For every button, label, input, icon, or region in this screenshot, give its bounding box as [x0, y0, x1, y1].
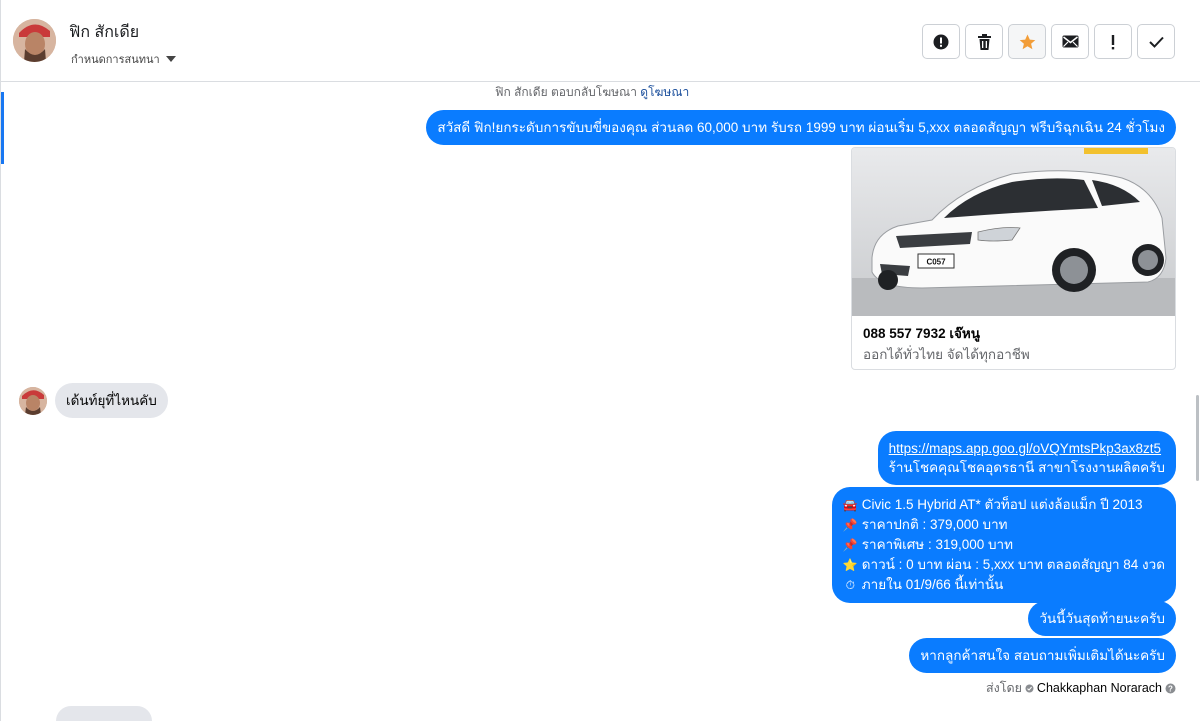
- delete-button[interactable]: [965, 24, 1003, 59]
- follow-up-message: หากลูกค้าสนใจ สอบถามเพิ่มเติมได้นะครับ: [909, 638, 1176, 673]
- incoming-message: เด้นท์ยุที่ไหนคับ: [55, 383, 168, 418]
- selection-indicator: [1, 92, 4, 164]
- caret-down-icon: [165, 56, 176, 62]
- sent-by-label: ส่งโดย: [986, 681, 1022, 695]
- view-ad-link[interactable]: ดูโฆษณา: [640, 85, 689, 99]
- conversation-status-dropdown[interactable]: กำหนดการสนทนา: [71, 50, 176, 68]
- conversation-status-label: กำหนดการสนทนา: [71, 54, 160, 66]
- pushpin-icon: 📌: [842, 538, 858, 552]
- star-icon: ⭐: [842, 558, 858, 572]
- ad-card-subtitle: ออกได้ทั่วไทย จัดได้ทุกอาชีพ: [863, 347, 1030, 362]
- location-text: ร้านโชคคุณโชคอุดรธานี สาขาโรงงานผลิตครับ: [888, 460, 1165, 475]
- detail-line: 📌 ราคาพิเศษ : 319,000 บาท: [843, 535, 1165, 555]
- ad-greeting-message: สวัสดี ฟิก!ยกระดับการขับบขี่ของคุณ ส่วนล…: [426, 110, 1176, 145]
- sender-name[interactable]: Chakkaphan Norarach: [1037, 681, 1162, 695]
- contact-avatar[interactable]: [13, 19, 56, 62]
- sent-by-line: ส่งโดย Chakkaphan Norarach ?: [986, 678, 1176, 698]
- detail-line: ⭐ ดาวน์ : 0 บาท ผ่อน : 5,xxx บาท ตลอดสัญญ…: [843, 555, 1165, 575]
- mark-important-button[interactable]: [1094, 24, 1132, 59]
- pushpin-icon: 📌: [842, 518, 858, 532]
- car-icon: 🚘: [842, 498, 858, 512]
- conversation-toolbar: [922, 24, 1175, 59]
- ad-reply-context-text: ฟิก สักเดีย ตอบกลับโฆษณา: [495, 85, 637, 99]
- contact-name[interactable]: ฟิก สักเดีย: [69, 20, 139, 45]
- ad-card-title: 088 557 7932 เจ๊หนู: [863, 326, 980, 341]
- star-button[interactable]: [1008, 24, 1046, 59]
- partial-message-bubble: [56, 706, 152, 721]
- location-message: https://maps.app.goo.gl/oVQYmtsPkp3ax8zt…: [877, 431, 1176, 485]
- checkmark-icon: [1148, 36, 1164, 48]
- contact-avatar-small: [19, 387, 47, 415]
- alert-circle-icon: [933, 34, 949, 49]
- detail-line: ⏱ ภายใน 01/9/66 นี้เท่านั้น: [843, 575, 1165, 595]
- star-icon: [1019, 34, 1035, 49]
- timer-icon: ⏱: [845, 578, 855, 592]
- mark-unread-button[interactable]: [1051, 24, 1089, 59]
- svg-text:?: ?: [1168, 684, 1173, 693]
- map-link[interactable]: https://maps.app.goo.gl/oVQYmtsPkp3ax8zt…: [889, 441, 1161, 456]
- exclamation-icon: [1111, 34, 1115, 49]
- inbox-conversation: ฟิก สักเดีย กำหนดการสนทนา ฟิก สักเดีย ตอ…: [0, 0, 1200, 721]
- envelope-icon: [1062, 35, 1078, 48]
- verified-icon: [1025, 684, 1034, 692]
- message-thread: ฟิก สักเดีย ตอบกลับโฆษณา ดูโฆษณา สวัสดี …: [1, 82, 1200, 721]
- mark-done-button[interactable]: [1137, 24, 1175, 59]
- help-icon[interactable]: ?: [1165, 683, 1176, 694]
- ad-reply-context: ฟิก สักเดีย ตอบกลับโฆษณา ดูโฆษณา: [495, 83, 689, 102]
- license-plate: C057: [926, 258, 946, 267]
- mark-spam-button[interactable]: [922, 24, 960, 59]
- detail-line: 📌 ราคาปกติ : 379,000 บาท: [843, 515, 1165, 535]
- last-day-message: วันนี้วันสุดท้ายนะครับ: [1028, 601, 1176, 636]
- car-photo: C057: [852, 148, 1175, 316]
- scrollbar-thumb[interactable]: [1196, 395, 1199, 481]
- ad-card[interactable]: C057 088 557 7932 เจ๊หนู ออกได้ทั่วไทย จ…: [851, 147, 1176, 370]
- detail-line: 🚘 Civic 1.5 Hybrid AT* ตัวท็อป แต่งล้อแม็…: [843, 495, 1165, 515]
- conversation-header: ฟิก สักเดีย กำหนดการสนทนา: [1, 0, 1200, 82]
- car-details-message: 🚘 Civic 1.5 Hybrid AT* ตัวท็อป แต่งล้อแม็…: [831, 487, 1176, 603]
- trash-icon: [977, 33, 991, 50]
